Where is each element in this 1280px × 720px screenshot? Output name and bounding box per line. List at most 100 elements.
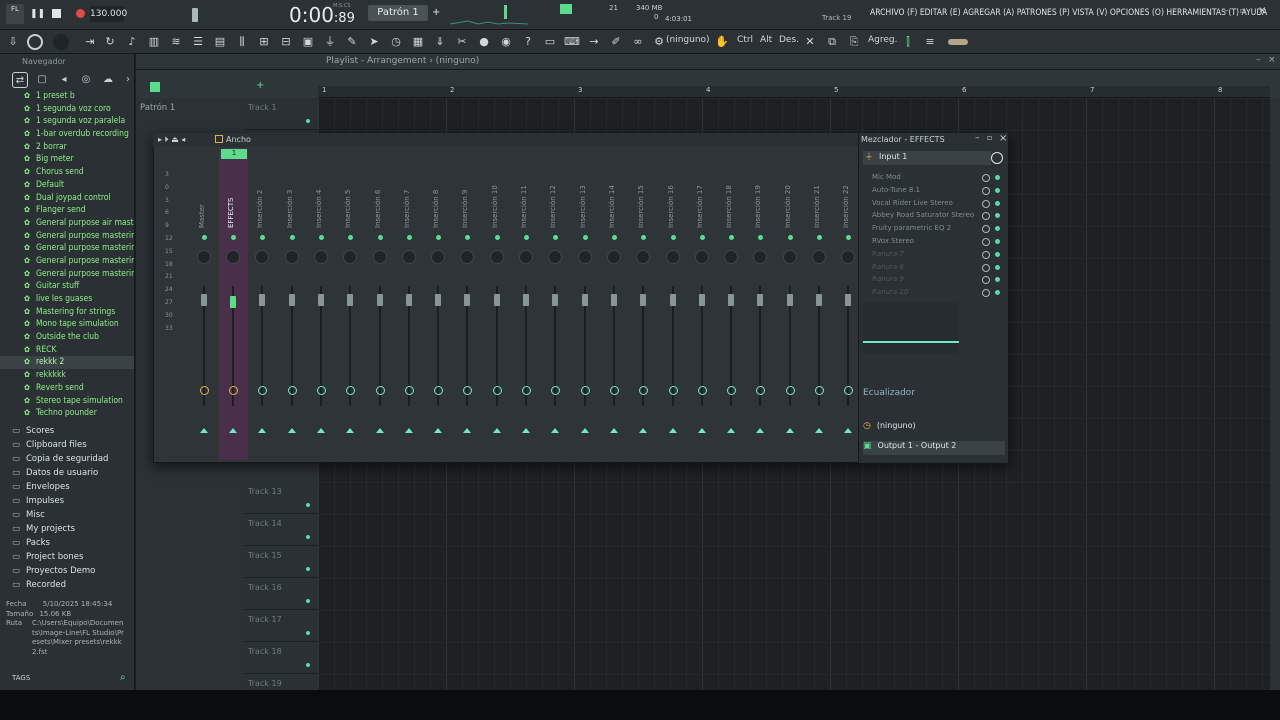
strip-mute-led[interactable]	[289, 235, 295, 240]
volume-fader[interactable]	[464, 294, 471, 306]
menu-archivo[interactable]: ARCHIVO (F)	[870, 8, 917, 18]
slot-enable-led[interactable]	[995, 264, 1000, 270]
preset-item[interactable]: ✿ General purpose mastering 2	[0, 230, 134, 243]
mixer-strip[interactable]: Inserción 15	[629, 148, 658, 460]
slot-enable-led[interactable]	[995, 251, 1000, 257]
pan-knob[interactable]	[401, 250, 416, 264]
route-ring[interactable]	[316, 386, 326, 395]
strip-mute-led[interactable]	[553, 235, 559, 240]
strip-mute-led[interactable]	[729, 235, 735, 240]
pan-knob[interactable]	[519, 250, 533, 264]
track-header[interactable]: Track 14	[244, 514, 318, 546]
volume-fader[interactable]	[669, 294, 676, 306]
preset-item[interactable]: ✿ 2 borrar	[0, 141, 134, 154]
folder-item[interactable]: ▭ Scores	[0, 424, 134, 438]
tags-label[interactable]: TAGS	[12, 674, 30, 682]
pan-knob[interactable]	[226, 250, 240, 264]
slot-enable-led[interactable]	[995, 277, 1000, 283]
route-ring[interactable]	[815, 386, 824, 395]
pan-knob[interactable]	[606, 250, 621, 264]
input-power-icon[interactable]	[991, 152, 1003, 164]
preset-item[interactable]: ✿ 1-bar overdub recording	[0, 128, 134, 141]
preset-item[interactable]: ✿ 1 segunda voz paralela	[0, 115, 134, 128]
playlist-close-icon[interactable]: ×	[1268, 55, 1276, 65]
snap-icon[interactable]: ⇥	[82, 34, 98, 50]
pattern-selector[interactable]: Patrón 1	[368, 5, 428, 21]
send-arrow[interactable]	[580, 428, 589, 433]
track-header[interactable]: Track 16	[244, 578, 318, 610]
send-arrow[interactable]	[551, 428, 560, 433]
effect-slot[interactable]: Mic Mod	[864, 171, 1004, 184]
effect-slot[interactable]: Ranura 7	[864, 248, 1004, 261]
pan-knob[interactable]	[489, 250, 504, 264]
effect-slot[interactable]: Ranura 10	[864, 286, 1004, 299]
pan-knob[interactable]	[343, 250, 358, 264]
volume-fader[interactable]	[317, 294, 324, 306]
browser-next-icon[interactable]: ›	[120, 72, 136, 88]
effect-slot[interactable]: Fruity parametric EQ 2	[864, 222, 1004, 235]
preset-item[interactable]: ✿ Mastering for strings	[0, 306, 134, 319]
volume-fader[interactable]	[552, 294, 559, 306]
pan-knob[interactable]	[694, 250, 709, 264]
arrow-icon[interactable]: ⇩	[5, 34, 21, 50]
mixer-strip[interactable]: Inserción 16	[659, 148, 688, 460]
track-mute-led[interactable]	[306, 535, 310, 539]
tempo-display[interactable]: 130.000	[90, 6, 127, 22]
folder-item[interactable]: ▭ My projects	[0, 522, 134, 536]
strip-mute-led[interactable]	[670, 235, 676, 240]
pause-icon[interactable]: ❚❚	[30, 9, 45, 19]
mixer-strip[interactable]: Inserción 18	[717, 148, 746, 460]
route-ring[interactable]	[200, 386, 209, 395]
preset-item[interactable]: ✿ Flanger send	[0, 204, 134, 217]
route-ring[interactable]	[287, 386, 297, 395]
render-icon[interactable]: ⇓	[432, 34, 448, 50]
send-arrow[interactable]	[316, 428, 325, 433]
step-icon[interactable]: ♪	[124, 34, 140, 50]
menu-editar[interactable]: EDITAR (E)	[920, 8, 961, 18]
route-ring[interactable]	[639, 386, 649, 395]
menu-agregar[interactable]: AGREGAR (A)	[963, 8, 1014, 18]
slot-enable-led[interactable]	[995, 213, 1000, 219]
track-mute-led[interactable]	[306, 599, 310, 603]
effect-slot[interactable]: Vocal Rider Live Stereo	[864, 197, 1004, 210]
effect-slot[interactable]: Ranura 8	[864, 261, 1004, 274]
maximize-icon[interactable]: ▫	[1240, 6, 1245, 15]
input-selector[interactable]: ⏚ Input 1	[863, 151, 991, 165]
strip-mute-led[interactable]	[641, 235, 647, 240]
pencil-icon[interactable]: ✎	[344, 34, 360, 50]
slot-mix-knob[interactable]	[982, 225, 990, 234]
fl-logo[interactable]: FL	[6, 4, 24, 24]
menu-opciones[interactable]: OPCIONES (O)	[1110, 8, 1164, 18]
route-ring[interactable]	[258, 386, 268, 395]
preset-item[interactable]: ✿ Default	[0, 179, 134, 192]
send-arrow[interactable]	[844, 428, 853, 433]
pan-knob[interactable]	[548, 250, 563, 264]
preset-item[interactable]: ✿ General purpose air mastering	[0, 217, 134, 230]
track-mute-led[interactable]	[306, 663, 310, 667]
time-mode[interactable]: M:S:CS	[333, 3, 351, 9]
strip-mute-led[interactable]	[377, 235, 383, 240]
track-header[interactable]: Track 15	[244, 546, 318, 578]
preset-item[interactable]: ✿ General purpose mastering	[0, 268, 134, 281]
mixer-strip[interactable]: Inserción 11	[512, 148, 541, 460]
send-arrow[interactable]	[815, 428, 823, 433]
slot-mix-knob[interactable]	[982, 186, 990, 195]
pan-knob[interactable]	[753, 250, 768, 264]
pan-knob[interactable]	[724, 250, 739, 264]
cut-icon[interactable]: ✂	[454, 34, 470, 50]
panel-max-icon[interactable]: ▫	[987, 133, 992, 142]
delete-icon[interactable]: ✕	[802, 34, 818, 50]
wrench-icon[interactable]: ⚙	[651, 34, 667, 50]
link-icon[interactable]: ∞	[630, 34, 646, 50]
mixer-strip[interactable]: Inserción 10	[483, 148, 512, 460]
slot-enable-led[interactable]	[995, 226, 1000, 232]
fader-icon[interactable]: ⊞	[256, 34, 272, 50]
playlist-min-icon[interactable]: –	[1256, 55, 1261, 65]
knob-icon[interactable]	[53, 34, 69, 50]
channel-rack-icon[interactable]: ▤	[212, 34, 228, 50]
menu-vista[interactable]: VISTA (V)	[1072, 8, 1107, 18]
mixer-strip[interactable]: EFFECTS	[219, 148, 248, 460]
strip-mute-led[interactable]	[582, 235, 588, 240]
stop-icon[interactable]	[52, 9, 61, 18]
save-icon[interactable]: ▦	[410, 34, 426, 50]
